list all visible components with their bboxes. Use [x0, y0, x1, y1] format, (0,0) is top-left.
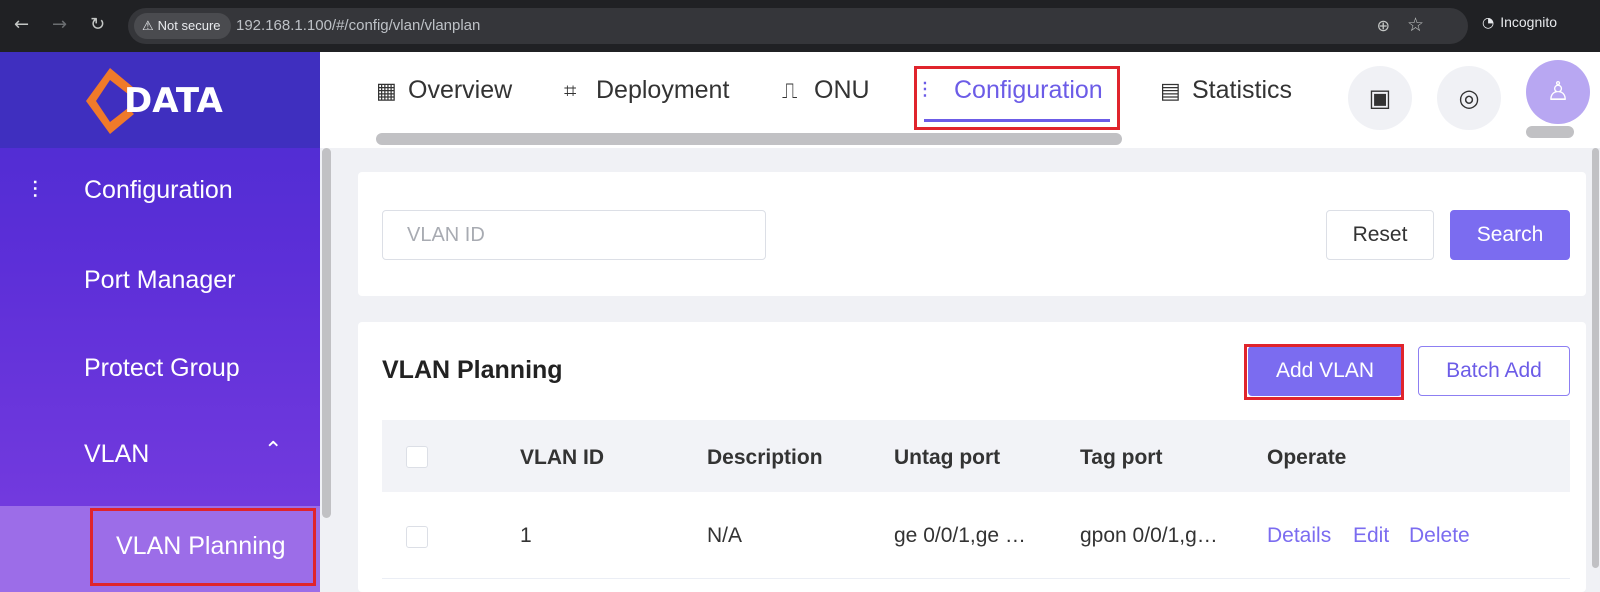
sidebar-scrollbar[interactable] [320, 148, 332, 528]
column-header-untag-port[interactable]: Untag port [894, 446, 1000, 470]
row-divider [382, 578, 1570, 579]
bookmark-star-icon[interactable]: ☆ [1407, 14, 1424, 36]
cell-vlan-id: 1 [520, 524, 532, 547]
svg-text:DATA: DATA [124, 81, 223, 121]
save-button[interactable]: ▣ [1348, 66, 1412, 130]
highlight-vlan-planning [90, 508, 316, 586]
address-bar[interactable]: ⚠ Not secure 192.168.1.100/#/config/vlan/… [128, 8, 1468, 44]
browser-window-icon: ▤ [1160, 79, 1181, 104]
highlight-add-vlan [1244, 344, 1404, 400]
cdata-logo-icon: DATA [86, 68, 223, 134]
cell-tag-port: gpon 0/0/1,g… [1080, 524, 1218, 547]
tab-onu[interactable]: ⎍ ONU [782, 76, 870, 105]
grid-icon: ▦ [376, 79, 397, 104]
chevron-up-icon[interactable]: ⌃ [264, 438, 282, 463]
main-scrollbar[interactable] [1590, 148, 1600, 578]
user-icon: ♙ [1546, 77, 1570, 107]
tab-statistics[interactable]: ▤ Statistics [1160, 76, 1292, 105]
avatar[interactable]: ♙ [1526, 60, 1590, 124]
reload-icon[interactable]: ↻ [90, 14, 105, 36]
security-chip[interactable]: ⚠ Not secure [134, 13, 231, 39]
vlan-id-input[interactable]: VLAN ID [382, 210, 766, 260]
incognito-indicator[interactable]: ◔ Incognito [1482, 14, 1557, 31]
zoom-icon[interactable]: ⊕ [1377, 16, 1390, 35]
highlight-configuration-tab [914, 66, 1120, 130]
tab-deployment[interactable]: ⌗ Deployment [564, 76, 729, 105]
tab-overview[interactable]: ▦ Overview [376, 76, 512, 105]
dashboard-button[interactable]: ◎ [1437, 66, 1501, 130]
sidebar-scrollbar-thumb[interactable] [322, 148, 331, 518]
column-header-description[interactable]: Description [707, 446, 823, 470]
search-button[interactable]: Search [1450, 210, 1570, 260]
column-header-vlan-id[interactable]: VLAN ID [520, 446, 604, 470]
column-header-operate: Operate [1267, 446, 1347, 469]
browser-toolbar: ← → ↻ ⚠ Not secure 192.168.1.100/#/config… [0, 0, 1600, 52]
url-text[interactable]: 192.168.1.100/#/config/vlan/vlanplan [236, 8, 480, 44]
select-all-checkbox[interactable] [406, 446, 428, 468]
gauge-icon: ◎ [1458, 84, 1480, 112]
back-icon[interactable]: ← [14, 14, 29, 36]
deployment-icon: ⌗ [564, 79, 577, 104]
row-checkbox[interactable] [406, 526, 428, 548]
forward-icon[interactable]: → [52, 14, 67, 36]
router-icon: ⎍ [782, 79, 798, 104]
delete-link[interactable]: Delete [1409, 524, 1470, 548]
main-scrollbar-thumb[interactable] [1592, 148, 1599, 568]
warning-icon: ⚠ [142, 19, 154, 34]
header-scrollbar[interactable] [1526, 126, 1574, 138]
column-header-tag-port[interactable]: Tag port [1080, 446, 1162, 470]
tabs-scrollbar[interactable] [376, 133, 1122, 145]
batch-add-button[interactable]: Batch Add [1418, 346, 1570, 396]
reset-button[interactable]: Reset [1326, 210, 1434, 260]
save-icon: ▣ [1368, 84, 1392, 112]
brand-logo[interactable]: DATA [0, 52, 320, 148]
incognito-icon: ◔ [1482, 15, 1495, 31]
cell-untag-port: ge 0/0/1,ge … [894, 524, 1026, 547]
edit-link[interactable]: Edit [1353, 524, 1389, 548]
details-link[interactable]: Details [1267, 524, 1331, 548]
page-title: VLAN Planning [382, 356, 563, 384]
sliders-icon: ⫶ [32, 176, 38, 204]
cell-description: N/A [707, 524, 743, 547]
